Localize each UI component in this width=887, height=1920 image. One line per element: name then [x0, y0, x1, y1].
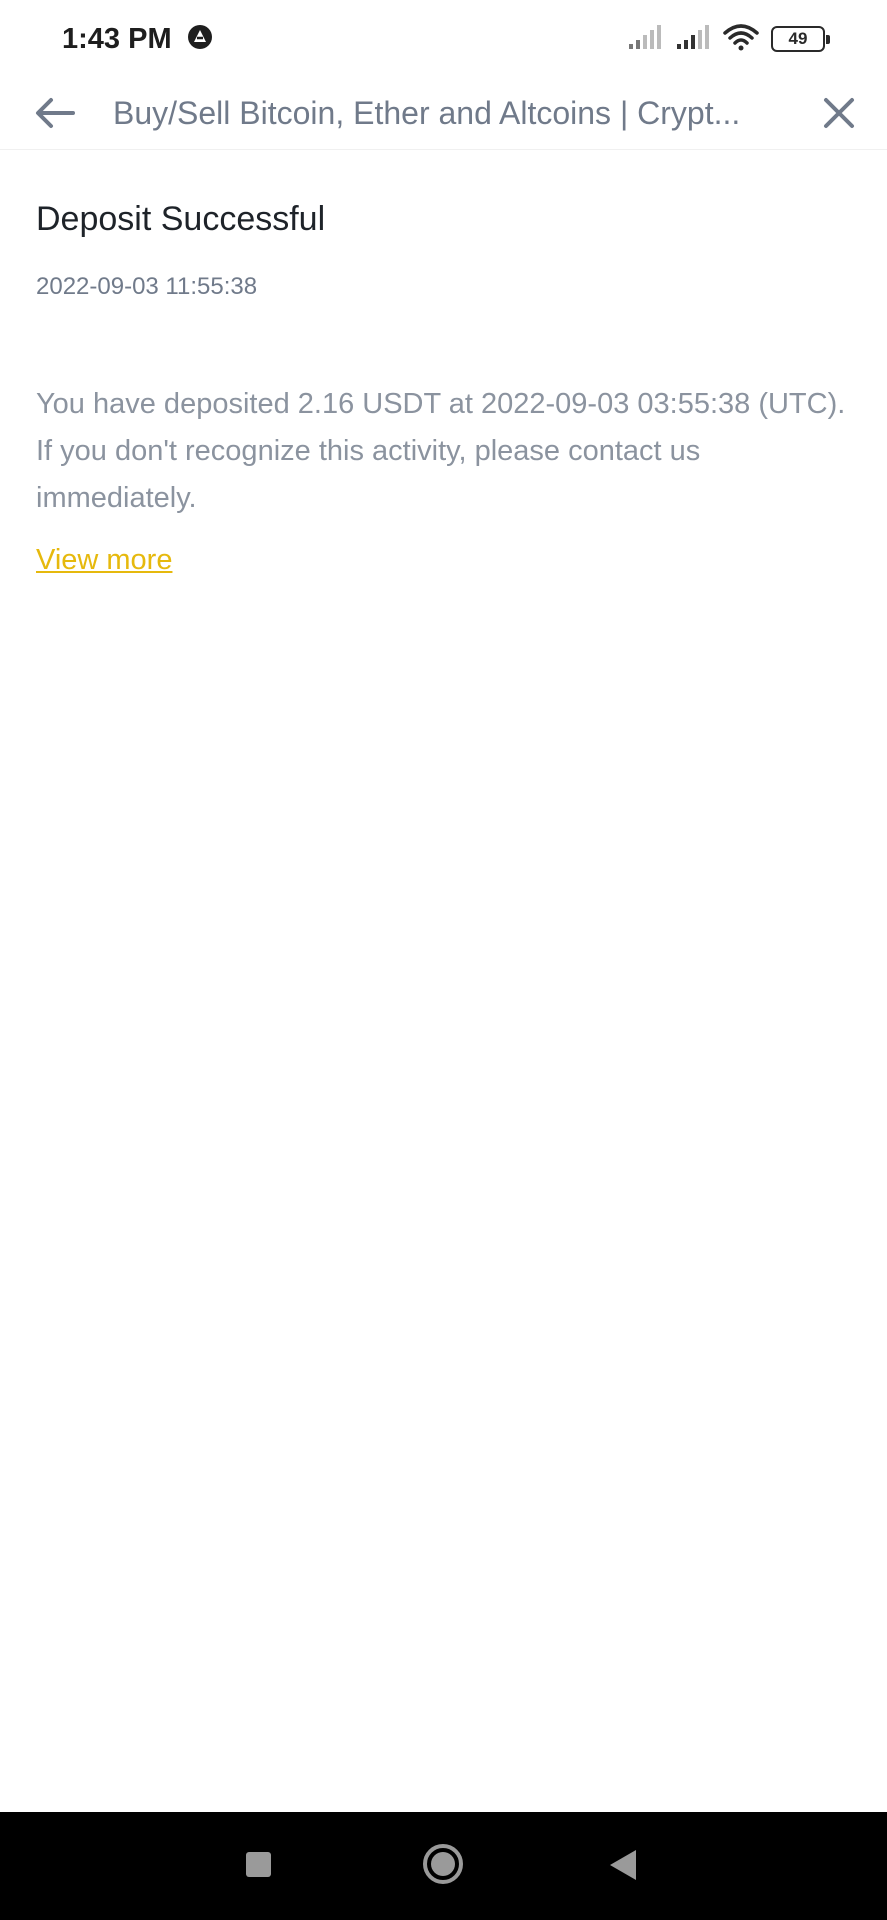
page-title: Buy/Sell Bitcoin, Ether and Altcoins | C… [113, 95, 741, 131]
notification-app-icon [186, 23, 214, 56]
notice-line-deposit: You have deposited 2.16 USDT at 2022-09-… [36, 388, 846, 420]
home-icon[interactable] [423, 1844, 463, 1884]
notice-date: 2022-09-03 11:55:38 [36, 273, 258, 300]
battery-icon: 49 [771, 26, 830, 52]
notice-body: You have deposited 2.16 USDT at 2022-09-… [36, 381, 851, 522]
webview-header: Buy/Sell Bitcoin, Ether and Altcoins | C… [0, 78, 887, 150]
notice-title: Deposit Successful [36, 200, 326, 238]
status-time: 1:43 PM [62, 22, 172, 55]
status-left: 1:43 PM [62, 23, 214, 56]
close-icon [824, 98, 854, 128]
screen: 1:43 PM 49 Buy/Sell Bitcoin, Ether and A… [0, 0, 887, 1920]
notice-content: Deposit Successful 2022-09-03 11:55:38 Y… [36, 150, 851, 580]
signal-1-icon [627, 24, 663, 55]
status-bar: 1:43 PM 49 [0, 0, 887, 78]
notice-line-warning: If you don't recognize this activity, pl… [36, 435, 701, 514]
recent-apps-icon[interactable] [246, 1852, 271, 1877]
signal-2-icon [675, 24, 711, 55]
wifi-icon [723, 23, 759, 56]
status-right: 49 [627, 23, 830, 56]
navigation-bar [0, 1812, 887, 1920]
back-icon[interactable] [610, 1850, 636, 1880]
view-more-link[interactable]: View more [36, 540, 172, 580]
arrow-left-icon [36, 98, 75, 128]
close-button[interactable] [814, 88, 864, 138]
battery-level: 49 [788, 29, 808, 48]
back-button[interactable] [30, 88, 80, 138]
